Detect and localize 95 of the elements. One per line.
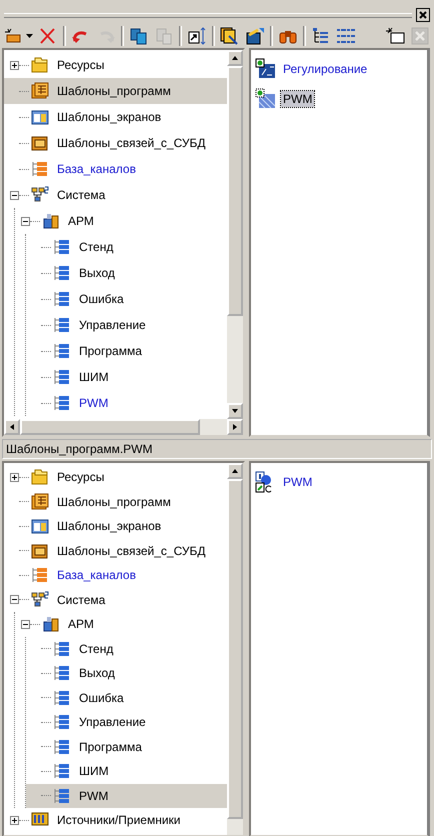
list-tree-icon (53, 368, 71, 386)
tree-item[interactable]: Управление (26, 710, 227, 734)
scroll-left-button[interactable] (4, 419, 20, 435)
triangle-right-icon (231, 423, 239, 431)
list-tree-icon (53, 786, 71, 805)
resize-icon (187, 27, 207, 45)
tree-item[interactable]: Шаблоны_экранов (4, 514, 227, 538)
tree-item[interactable]: ШИМ (26, 759, 227, 784)
folder-icon (31, 56, 49, 74)
tree-item[interactable]: Программа (26, 338, 227, 364)
vertical-scrollbar[interactable] (227, 50, 243, 419)
triangle-up-icon (231, 54, 239, 62)
tree-item[interactable]: База_каналов (4, 563, 227, 588)
list-tree-icon (31, 160, 49, 178)
tree-item[interactable]: Шаблоны_связей_с_СУБД (4, 538, 227, 563)
expand-icon[interactable] (10, 816, 19, 825)
template-stack-icon (31, 492, 49, 511)
tree-item[interactable]: АРМ (15, 208, 227, 234)
scroll-right-button[interactable] (227, 419, 243, 435)
caret-icon (26, 34, 33, 38)
tree-item[interactable]: PWM (26, 784, 227, 808)
paste-icon (154, 27, 174, 45)
tree-item[interactable]: Источники/Приемники (4, 808, 227, 832)
collapse-icon[interactable] (21, 620, 30, 629)
folder-icon (31, 468, 49, 486)
expand-icon[interactable] (10, 472, 19, 482)
new-window-icon (385, 27, 405, 45)
window-icon (31, 108, 49, 126)
tree-item[interactable]: Управление (26, 312, 227, 338)
list-tree-icon (53, 264, 71, 282)
tree-item[interactable]: Ошибка (26, 286, 227, 312)
list-tree-icon (53, 394, 71, 412)
list-tree-icon (53, 238, 71, 256)
scroll-up-button[interactable] (227, 50, 243, 66)
window-icon (31, 517, 49, 536)
triangle-left-icon (8, 423, 16, 431)
list-tree-icon (53, 664, 71, 682)
list-view-icon (336, 27, 356, 45)
tree-view-icon (311, 27, 331, 45)
tree-item[interactable]: Ресурсы (4, 52, 227, 78)
tree-item[interactable]: ШИМ (26, 364, 227, 390)
triangle-down-icon (231, 407, 239, 415)
scrollbar-thumb[interactable] (227, 66, 243, 316)
function-pattern-icon (255, 88, 277, 110)
tree-item[interactable]: Программа (26, 734, 227, 759)
close-icon (410, 27, 430, 45)
tree-item[interactable]: Стенд (26, 234, 227, 260)
list-item[interactable]: PWM (255, 469, 423, 495)
tree-item[interactable]: PWM (26, 390, 227, 416)
tree-item[interactable]: Стенд (26, 636, 227, 661)
copy-icon (129, 27, 149, 45)
list-tree-icon (53, 738, 71, 756)
tree-item[interactable]: Система (4, 588, 227, 612)
tree-item[interactable]: Система (4, 182, 227, 208)
list-tree-icon (53, 713, 71, 732)
database-template-icon (31, 134, 49, 152)
template-stack-icon (31, 82, 49, 100)
function-icon (255, 58, 277, 80)
tree-item[interactable]: Шаблоны_программ (4, 490, 227, 514)
tree-item[interactable]: Шаблоны_экранов (4, 104, 227, 130)
list-tree-icon (53, 688, 71, 707)
computer-icon (42, 212, 60, 230)
expand-icon[interactable] (10, 60, 19, 70)
collapse-icon[interactable] (10, 190, 19, 200)
triangle-up-icon (231, 467, 239, 475)
scroll-up-button[interactable] (227, 463, 243, 479)
templates-icon (220, 27, 240, 45)
list-tree-icon (53, 290, 71, 308)
tree-item[interactable]: Выход (26, 260, 227, 286)
network-icon (31, 590, 49, 609)
list-tree-icon (53, 342, 71, 360)
tree-item[interactable]: База_каналов (4, 156, 227, 182)
collapse-icon[interactable] (10, 595, 19, 604)
horizontal-scrollbar[interactable] (4, 419, 243, 435)
list-tree-icon (53, 316, 71, 334)
close-button[interactable] (416, 8, 430, 22)
tree-item[interactable]: АРМ (15, 612, 227, 636)
list-tree-icon (31, 566, 49, 584)
computer-icon (42, 615, 60, 634)
list-item[interactable]: Регулирование (255, 56, 423, 82)
list-tree-icon (53, 640, 71, 658)
tree-item[interactable]: Ресурсы (4, 465, 227, 490)
list-item[interactable]: PWM (255, 86, 423, 112)
tree-item[interactable]: Ошибка (26, 686, 227, 710)
scrollbar-thumb[interactable] (20, 419, 200, 435)
network-icon (31, 186, 49, 204)
collapse-icon[interactable] (21, 216, 30, 226)
export-icon (245, 27, 265, 45)
database-template-icon (31, 542, 49, 560)
tree-item[interactable]: Шаблоны_связей_с_СУБД (4, 130, 227, 156)
scroll-down-button[interactable] (227, 403, 243, 419)
tree-item[interactable]: Выход (26, 661, 227, 686)
list-tree-icon (53, 762, 71, 780)
tree-item[interactable]: Шаблоны_программ (4, 78, 227, 104)
status-bar: Шаблоны_программ.PWM (2, 439, 432, 459)
